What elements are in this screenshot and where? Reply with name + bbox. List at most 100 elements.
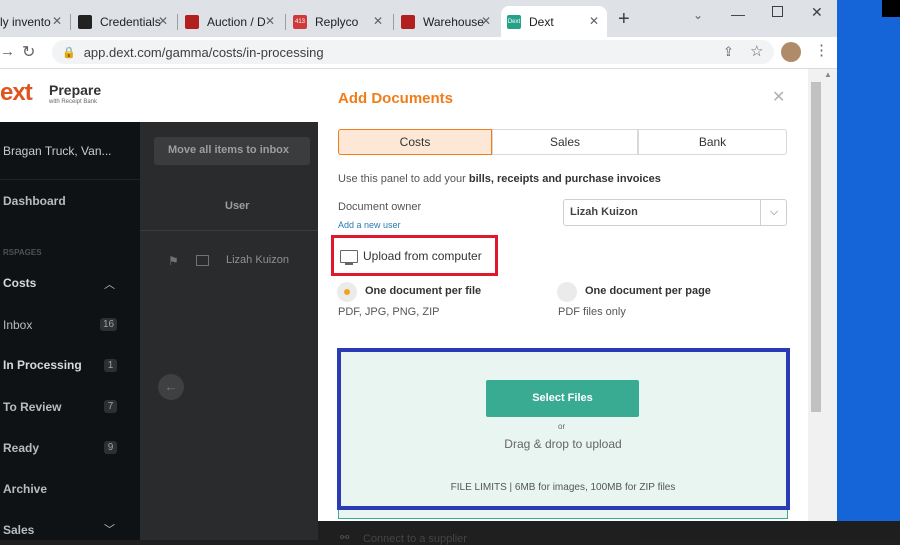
add-new-user-link[interactable]: Add a new user (338, 220, 401, 230)
link-icon: ⚯ (340, 532, 350, 544)
warehouse-icon (401, 14, 415, 29)
url-text: app.dext.com/gamma/costs/in-processing (83, 44, 324, 60)
scroll-thumb[interactable] (811, 82, 821, 412)
product-subtitle: with Receipt Bank (49, 99, 98, 105)
maximize-icon[interactable] (772, 6, 783, 17)
radio-one-per-page[interactable] (557, 282, 577, 302)
sidebar-item-costs[interactable]: Costs (3, 276, 36, 290)
intro-text: Use this panel to add your (338, 173, 469, 185)
chevron-down-icon[interactable]: ⌵ (760, 200, 787, 225)
product-name: Prepare (49, 82, 102, 98)
tab-bank[interactable]: Bank (638, 129, 787, 155)
tab-warehouse[interactable]: Warehouse ✕ (395, 6, 499, 37)
tab-label: ly invento (0, 14, 51, 29)
back-icon[interactable]: → (0, 43, 15, 60)
document-owner-label: Document owner (338, 201, 422, 213)
sidebar-item-dashboard[interactable]: Dashboard (3, 194, 66, 208)
dext-icon: Dext (507, 14, 521, 29)
tab-label: Auction / D (207, 14, 266, 29)
auction-icon (185, 14, 199, 29)
tab-dext[interactable]: Dext Dext ✕ (501, 6, 607, 37)
chevron-up-icon[interactable]: ︿ (104, 276, 115, 292)
radio-dot (344, 289, 350, 295)
intro-emphasis: bills, receipts and purchase invoices (468, 173, 661, 185)
in-processing-count-badge: 1 (104, 359, 117, 372)
monitor-icon (340, 250, 358, 263)
close-icon[interactable]: ✕ (52, 14, 62, 28)
reload-icon[interactable]: ↻ (22, 42, 35, 62)
close-icon[interactable]: ✕ (589, 14, 599, 28)
image-icon (196, 255, 209, 266)
sidebar-item-ready[interactable]: Ready (3, 441, 39, 455)
panel-intro: Use this panel to add your bills, receip… (338, 173, 661, 185)
tab-strip: ly invento ✕ Credentials ✕ Auction / D ✕… (0, 0, 837, 37)
radio-one-per-file[interactable] (337, 282, 357, 302)
modal-scrollbar[interactable]: ▲ (808, 69, 837, 521)
close-icon[interactable]: ✕ (265, 14, 275, 28)
option-one-per-file-sub: PDF, JPG, PNG, ZIP (338, 306, 440, 318)
share-icon[interactable]: ⇪ (723, 44, 734, 60)
connect-supplier-link[interactable]: Connect to a supplier (363, 533, 467, 545)
sidebar-section-label: RSPAGES (3, 248, 42, 257)
tab-label: Warehouse (423, 14, 484, 29)
add-documents-panel: Add Documents ✕ Costs Sales Bank Use thi… (318, 69, 837, 545)
chevron-down-icon[interactable]: ﹀ (104, 521, 115, 537)
profile-avatar[interactable] (781, 42, 801, 62)
account-name[interactable]: Bragan Truck, Van... (3, 144, 112, 158)
sidebar-item-sales[interactable]: Sales (3, 523, 34, 537)
option-one-per-file[interactable]: One document per file (365, 285, 481, 297)
owner-value: Lizah Kuizon (570, 206, 638, 218)
sidebar-item-archive[interactable]: Archive (3, 482, 47, 496)
main-content: Move all items to inbox User ⚑ Lizah Kui… (140, 122, 318, 540)
minimize-icon[interactable]: — (731, 6, 745, 22)
upload-from-computer[interactable]: Upload from computer (363, 249, 482, 263)
tab-label: Credentials (100, 14, 161, 29)
back-arrow-icon[interactable]: ← (158, 374, 184, 400)
star-icon[interactable]: ☆ (750, 42, 763, 60)
monitor-stand (345, 263, 353, 265)
sidebar-item-in-processing[interactable]: In Processing (3, 358, 82, 372)
browser-toolbar: → ↻ 🔒 app.dext.com/gamma/costs/in-proces… (0, 37, 837, 69)
scroll-up-icon[interactable]: ▲ (824, 70, 832, 79)
close-window-icon[interactable]: ✕ (811, 4, 823, 21)
sidebar-item-to-review[interactable]: To Review (3, 400, 61, 414)
lock-icon: 🔒 (62, 46, 76, 59)
dext-logo[interactable]: ext (0, 79, 33, 107)
highlight-box-dropzone (337, 348, 790, 510)
tab-credentials[interactable]: Credentials ✕ (72, 6, 176, 37)
app-header: ext Prepare with Receipt Bank (0, 69, 318, 122)
close-icon[interactable]: ✕ (158, 14, 168, 28)
replyco-icon: 413 (293, 14, 307, 29)
address-bar[interactable]: 🔒 app.dext.com/gamma/costs/in-processing (52, 40, 774, 64)
tab-auction[interactable]: Auction / D ✕ (179, 6, 283, 37)
ready-count-badge: 9 (104, 441, 117, 454)
inbox-count-badge: 16 (100, 318, 117, 331)
trello-icon (78, 14, 92, 29)
move-all-label: Move all items to inbox (168, 144, 290, 156)
tab-sales[interactable]: Sales (492, 129, 638, 155)
close-icon[interactable]: ✕ (772, 87, 785, 107)
tab-replyco[interactable]: 413 Replyco ✕ (287, 6, 391, 37)
desktop-corner (882, 0, 900, 17)
option-one-per-page-sub: PDF files only (558, 306, 626, 318)
sidebar-item-inbox[interactable]: Inbox (3, 318, 32, 332)
tab-label: Dext (529, 14, 554, 29)
taskbar-strip (640, 521, 900, 540)
tab-inventory[interactable]: ly invento ✕ (0, 6, 70, 37)
sidebar: Bragan Truck, Van... Dashboard RSPAGES C… (0, 122, 140, 540)
desktop-background (837, 0, 900, 540)
chevron-down-icon[interactable]: ⌄ (693, 8, 703, 22)
flag-icon[interactable]: ⚑ (168, 254, 179, 268)
option-one-per-page[interactable]: One document per page (585, 285, 711, 297)
menu-icon[interactable]: ⋮ (814, 41, 829, 59)
column-header-user: User (225, 200, 250, 212)
tab-costs[interactable]: Costs (338, 129, 492, 155)
tab-label: Replyco (315, 14, 359, 29)
row-user: Lizah Kuizon (226, 254, 289, 266)
close-icon[interactable]: ✕ (373, 14, 383, 28)
to-review-count-badge: 7 (104, 400, 117, 413)
new-tab-icon[interactable]: + (618, 8, 630, 31)
document-owner-select[interactable]: Lizah Kuizon ⌵ (563, 199, 787, 226)
close-icon[interactable]: ✕ (481, 14, 491, 28)
panel-title: Add Documents (338, 90, 454, 107)
